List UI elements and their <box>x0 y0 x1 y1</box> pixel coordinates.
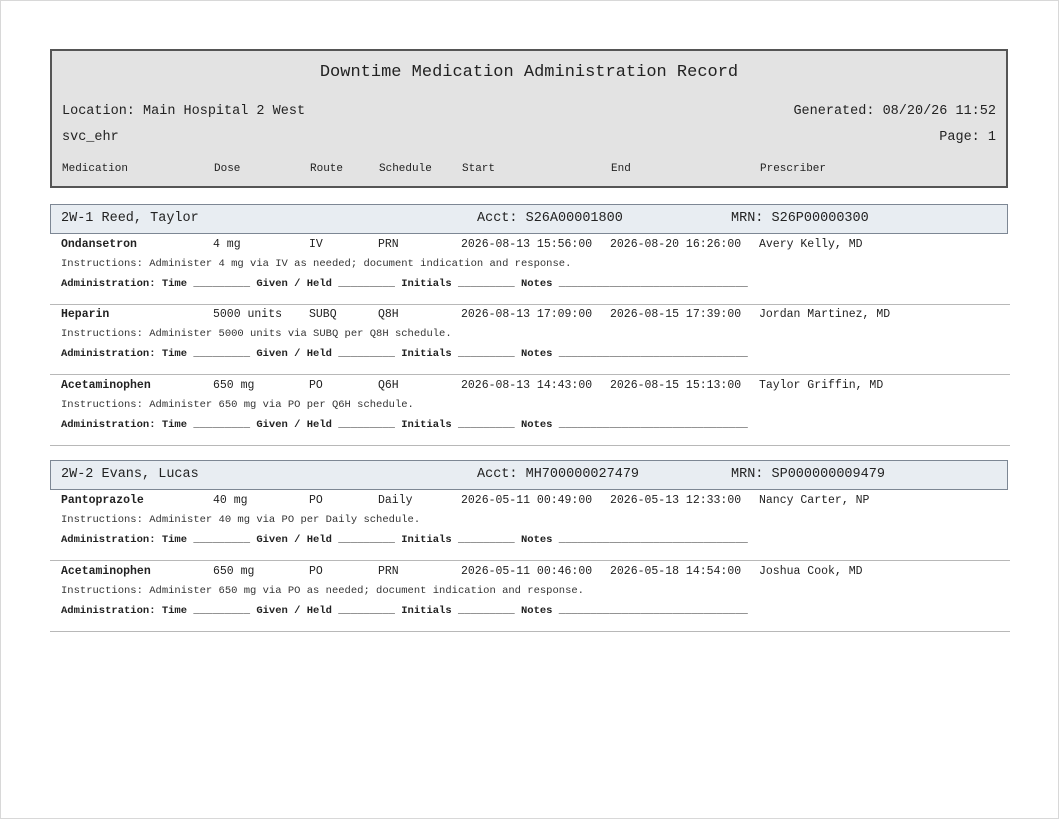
administration-line: Administration: Time _________ Given / H… <box>61 419 748 431</box>
medication-route: IV <box>309 238 323 251</box>
patient-mrn: MRN: S26P00000300 <box>731 211 869 226</box>
medication-route: PO <box>309 565 323 578</box>
administration-line: Administration: Time _________ Given / H… <box>61 348 748 360</box>
medication-route: PO <box>309 379 323 392</box>
medication-end: 2026-08-15 15:13:00 <box>610 379 742 392</box>
medication-schedule: Q8H <box>378 308 399 321</box>
medication-entry: Acetaminophen 650 mg PO Q6H 2026-08-13 1… <box>50 376 1010 446</box>
medication-route: SUBQ <box>309 308 337 321</box>
medication-schedule: Q6H <box>378 379 399 392</box>
page-number: Page: 1 <box>939 130 996 145</box>
medication-dose: 40 mg <box>213 494 248 507</box>
medication-schedule: PRN <box>378 238 399 251</box>
medication-dose: 650 mg <box>213 379 255 392</box>
medication-prescriber: Jordan Martinez, MD <box>759 308 891 321</box>
medication-end: 2026-08-15 17:39:00 <box>610 308 742 321</box>
medication-schedule: Daily <box>378 494 413 507</box>
medication-schedule: PRN <box>378 565 399 578</box>
report-title: Downtime Medication Administration Recor… <box>319 63 739 82</box>
medication-start: 2026-05-11 00:49:00 <box>461 494 593 507</box>
medication-start: 2026-08-13 14:43:00 <box>461 379 593 392</box>
patient-mrn: MRN: SP000000009479 <box>731 467 885 482</box>
report-page: Downtime Medication Administration Recor… <box>0 0 1059 819</box>
medication-end: 2026-05-13 12:33:00 <box>610 494 742 507</box>
medication-entry: Heparin 5000 units SUBQ Q8H 2026-08-13 1… <box>50 305 1010 375</box>
medication-instructions: Instructions: Administer 4 mg via IV as … <box>61 258 572 270</box>
patient-header: 2W-1 Reed, Taylor Acct: S26A00001800 MRN… <box>50 204 1008 234</box>
col-prescriber: Prescriber <box>760 163 827 175</box>
medication-prescriber: Joshua Cook, MD <box>759 565 863 578</box>
patient-acct: Acct: MH700000027479 <box>477 467 640 482</box>
patient-acct: Acct: S26A00001800 <box>477 211 623 226</box>
administration-line: Administration: Time _________ Given / H… <box>61 605 748 617</box>
medication-name: Acetaminophen <box>61 379 151 392</box>
medication-instructions: Instructions: Administer 5000 units via … <box>61 328 452 340</box>
medication-end: 2026-08-20 16:26:00 <box>610 238 742 251</box>
medication-entry: Acetaminophen 650 mg PO PRN 2026-05-11 0… <box>50 562 1010 632</box>
user-name: svc_ehr <box>62 130 119 145</box>
medication-entry: Ondansetron 4 mg IV PRN 2026-08-13 15:56… <box>50 235 1010 305</box>
col-end: End <box>611 163 631 175</box>
medication-dose: 4 mg <box>213 238 241 251</box>
medication-dose: 5000 units <box>213 308 283 321</box>
medication-instructions: Instructions: Administer 40 mg via PO pe… <box>61 514 421 526</box>
medication-prescriber: Avery Kelly, MD <box>759 238 863 251</box>
medication-instructions: Instructions: Administer 650 mg via PO p… <box>61 399 414 411</box>
col-start: Start <box>462 163 496 175</box>
patient-bed-name: 2W-1 Reed, Taylor <box>61 211 199 226</box>
medication-end: 2026-05-18 14:54:00 <box>610 565 742 578</box>
location-label: Location: Main Hospital 2 West <box>62 104 306 119</box>
medication-entry: Pantoprazole 40 mg PO Daily 2026-05-11 0… <box>50 491 1010 561</box>
medication-start: 2026-05-11 00:46:00 <box>461 565 593 578</box>
patient-bed-name: 2W-2 Evans, Lucas <box>61 467 199 482</box>
medication-name: Heparin <box>61 308 110 321</box>
medication-start: 2026-08-13 15:56:00 <box>461 238 593 251</box>
medication-prescriber: Nancy Carter, NP <box>759 494 870 507</box>
medication-name: Pantoprazole <box>61 494 144 507</box>
administration-line: Administration: Time _________ Given / H… <box>61 534 748 546</box>
medication-name: Ondansetron <box>61 238 137 251</box>
col-medication: Medication <box>62 163 129 175</box>
administration-line: Administration: Time _________ Given / H… <box>61 278 748 290</box>
medication-route: PO <box>309 494 323 507</box>
column-headers: Medication Dose Route Schedule Start End… <box>52 163 1006 177</box>
col-dose: Dose <box>214 163 241 175</box>
medication-instructions: Instructions: Administer 650 mg via PO a… <box>61 585 584 597</box>
medication-dose: 650 mg <box>213 565 255 578</box>
col-route: Route <box>310 163 344 175</box>
report-header: Downtime Medication Administration Recor… <box>50 49 1008 188</box>
medication-start: 2026-08-13 17:09:00 <box>461 308 593 321</box>
col-schedule: Schedule <box>379 163 432 175</box>
generated-timestamp: Generated: 08/20/26 11:52 <box>793 104 996 119</box>
medication-prescriber: Taylor Griffin, MD <box>759 379 884 392</box>
medication-name: Acetaminophen <box>61 565 151 578</box>
patient-header: 2W-2 Evans, Lucas Acct: MH700000027479 M… <box>50 460 1008 490</box>
